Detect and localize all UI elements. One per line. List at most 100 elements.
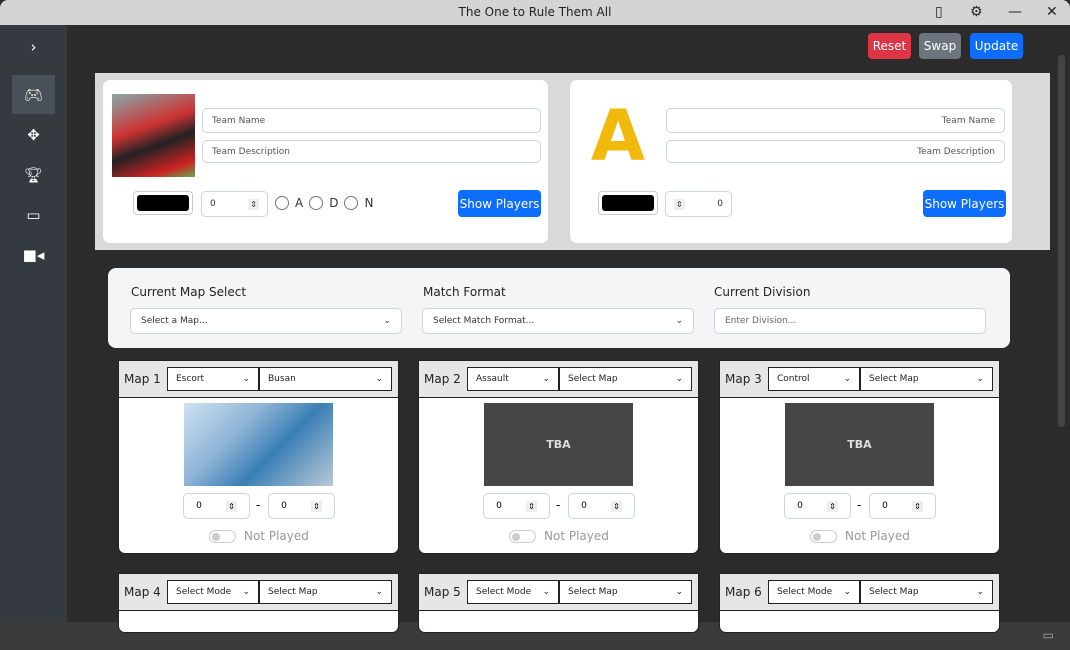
radio-d[interactable] bbox=[309, 196, 324, 210]
map-mode-select[interactable]: Select Mode ⌄ bbox=[167, 580, 259, 604]
score-value: 0 bbox=[797, 501, 803, 511]
map-image: TBA bbox=[484, 403, 633, 486]
map-mode-value: Select Mode bbox=[176, 587, 232, 597]
map-header: Map 4 Select Mode ⌄ Select Map ⌄ bbox=[119, 574, 398, 611]
team1-side-radios: A D N bbox=[275, 196, 373, 210]
radio-a[interactable] bbox=[275, 196, 289, 210]
swap-button[interactable]: Swap bbox=[919, 33, 961, 59]
chevron-down-icon: ⌄ bbox=[383, 316, 391, 326]
stepper-icon[interactable]: ⇕ bbox=[674, 198, 685, 210]
match-format-select[interactable]: Select Match Format... ⌄ bbox=[422, 308, 694, 334]
toggle-switch[interactable] bbox=[509, 529, 536, 543]
scrollbar[interactable] bbox=[1056, 55, 1068, 622]
team1-map-score[interactable]: 0 ⇕ bbox=[183, 493, 250, 519]
chevron-down-icon: ⌄ bbox=[375, 587, 383, 597]
mobile-icon[interactable]: ▯ bbox=[935, 4, 943, 20]
map-mode-select[interactable]: Assault ⌄ bbox=[467, 367, 559, 391]
current-map-value: Select a Map... bbox=[141, 316, 208, 326]
played-toggle[interactable]: Not Played bbox=[209, 529, 309, 543]
gamepad-icon[interactable]: 🎮︎ bbox=[12, 75, 55, 114]
map-image: TBA bbox=[785, 403, 934, 486]
score-value: 0 bbox=[281, 501, 287, 511]
gear-icon[interactable]: ⚙ bbox=[970, 4, 983, 20]
map-card: Map 2 Assault ⌄ Select Map ⌄ TBA 0 ⇕ - 0 ⇕ Not… bbox=[418, 360, 699, 554]
stepper-icon[interactable]: ⇕ bbox=[226, 500, 237, 512]
map-mode-value: Assault bbox=[476, 374, 509, 384]
map-name-select[interactable]: Select Map ⌄ bbox=[860, 367, 993, 391]
minimize-icon[interactable]: — bbox=[1008, 4, 1022, 20]
team2-map-score[interactable]: 0 ⇕ bbox=[268, 493, 335, 519]
chevron-down-icon: ⌄ bbox=[375, 374, 383, 384]
move-arrows-icon[interactable]: ✥ bbox=[12, 115, 55, 154]
map-name-select[interactable]: Select Map ⌄ bbox=[259, 580, 392, 604]
map-name-select[interactable]: Busan ⌄ bbox=[259, 367, 392, 391]
map-label: Map 2 bbox=[424, 372, 461, 386]
radio-n[interactable] bbox=[344, 196, 359, 210]
team1-map-score[interactable]: 0 ⇕ bbox=[784, 493, 851, 519]
team2-map-score[interactable]: 0 ⇕ bbox=[568, 493, 635, 519]
team1-logo[interactable] bbox=[112, 94, 195, 177]
map-mode-select[interactable]: Control ⌄ bbox=[768, 367, 860, 391]
display-icon[interactable]: ▭ bbox=[1043, 628, 1054, 642]
map-name-select[interactable]: Select Map ⌄ bbox=[559, 367, 692, 391]
stepper-icon[interactable]: ⇕ bbox=[827, 500, 838, 512]
stepper-icon[interactable]: ⇕ bbox=[526, 500, 537, 512]
team2-score-input[interactable]: ⇕ 0 bbox=[665, 191, 732, 217]
map-mode-select[interactable]: Escort ⌄ bbox=[167, 367, 259, 391]
team1-show-players-button[interactable]: Show Players bbox=[458, 190, 541, 217]
map-mode-value: Select Mode bbox=[476, 587, 532, 597]
score-separator: - bbox=[857, 498, 862, 512]
stepper-icon[interactable]: ⇕ bbox=[912, 500, 923, 512]
expand-chevron-icon[interactable]: › bbox=[12, 27, 55, 66]
map-label: Map 3 bbox=[725, 372, 762, 386]
chevron-down-icon: ⌄ bbox=[542, 587, 550, 597]
chevron-down-icon: ⌄ bbox=[675, 316, 683, 326]
team2-logo[interactable]: A bbox=[576, 94, 660, 177]
division-input[interactable]: Enter Division... bbox=[714, 308, 986, 334]
map-header: Map 1 Escort ⌄ Busan ⌄ bbox=[119, 361, 398, 398]
toggle-switch[interactable] bbox=[209, 529, 236, 543]
update-button[interactable]: Update bbox=[970, 33, 1023, 59]
window-title: The One to Rule Them All bbox=[458, 5, 612, 19]
map-mode-select[interactable]: Select Mode ⌄ bbox=[467, 580, 559, 604]
score-separator: - bbox=[256, 498, 261, 512]
chevron-down-icon: ⌄ bbox=[976, 374, 984, 384]
map-label: Map 4 bbox=[124, 585, 161, 599]
monitor-icon[interactable]: ▭ bbox=[12, 195, 55, 234]
stepper-icon[interactable]: ⇕ bbox=[248, 198, 259, 210]
chevron-down-icon: ⌄ bbox=[242, 374, 250, 384]
map-name-select[interactable]: Select Map ⌄ bbox=[860, 580, 993, 604]
played-toggle[interactable]: Not Played bbox=[810, 529, 910, 543]
played-status: Not Played bbox=[244, 529, 309, 543]
team2-card: A Team Name Team Description ⇕ 0 Show Pla… bbox=[570, 80, 1012, 243]
stepper-icon[interactable]: ⇕ bbox=[311, 500, 322, 512]
division-label: Current Division bbox=[714, 285, 811, 299]
team2-score: 0 bbox=[717, 199, 723, 209]
map-mode-select[interactable]: Select Mode ⌄ bbox=[768, 580, 860, 604]
team2-description-input[interactable]: Team Description bbox=[666, 140, 1005, 163]
trophy-icon[interactable]: 🏆︎ bbox=[12, 155, 55, 194]
map-name-select[interactable]: Select Map ⌄ bbox=[559, 580, 692, 604]
radio-d-label: D bbox=[329, 196, 339, 210]
team1-description-input[interactable]: Team Description bbox=[202, 140, 541, 163]
current-map-select[interactable]: Select a Map... ⌄ bbox=[130, 308, 402, 334]
toggle-switch[interactable] bbox=[810, 529, 837, 543]
team2-map-score[interactable]: 0 ⇕ bbox=[869, 493, 936, 519]
stepper-icon[interactable]: ⇕ bbox=[611, 500, 622, 512]
team1-name-input[interactable]: Team Name bbox=[202, 108, 541, 133]
video-camera-icon[interactable]: ■◂ bbox=[12, 235, 55, 274]
map-card: Map 1 Escort ⌄ Busan ⌄ 0 ⇕ - 0 ⇕ Not Played bbox=[118, 360, 399, 554]
score-value: 0 bbox=[882, 501, 888, 511]
team1-score-input[interactable]: 0 ⇕ bbox=[201, 191, 268, 217]
reset-button[interactable]: Reset bbox=[868, 33, 911, 59]
team2-color-picker[interactable] bbox=[598, 191, 658, 215]
chevron-down-icon: ⌄ bbox=[843, 374, 851, 384]
close-icon[interactable]: ✕ bbox=[1046, 4, 1058, 20]
team1-map-score[interactable]: 0 ⇕ bbox=[483, 493, 550, 519]
team2-show-players-button[interactable]: Show Players bbox=[923, 190, 1006, 217]
played-toggle[interactable]: Not Played bbox=[509, 529, 609, 543]
map-name-value: Select Map bbox=[268, 587, 318, 597]
map-image bbox=[184, 403, 333, 486]
team1-color-picker[interactable] bbox=[133, 191, 193, 215]
team2-name-input[interactable]: Team Name bbox=[666, 108, 1005, 133]
